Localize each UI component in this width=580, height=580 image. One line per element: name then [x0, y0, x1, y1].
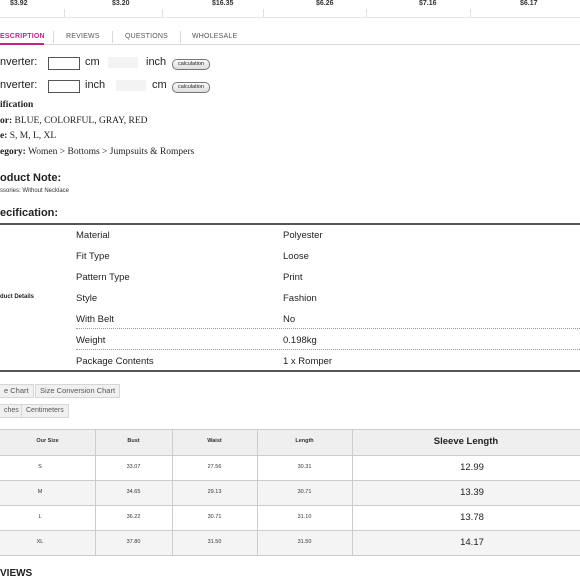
cell-waist: 31.50 — [207, 539, 222, 545]
price-divider — [263, 9, 264, 17]
spec-label: Pattern Type — [76, 272, 130, 283]
price-divider — [366, 9, 367, 17]
specification-heading: ecification: — [0, 207, 59, 219]
col-header-bust: Bust — [127, 438, 140, 444]
spec-label: Package Contents — [76, 356, 154, 367]
tab-questions[interactable]: QUESTIONS — [125, 33, 168, 40]
tab-separator — [53, 31, 54, 43]
spec-value: Polyester — [283, 230, 323, 241]
col-header-sleeve-length: Sleeve Length — [433, 436, 499, 447]
cell-bust: 34.65 — [126, 489, 141, 495]
col-header-waist: Waist — [207, 438, 222, 444]
spec-value: Fashion — [283, 293, 317, 304]
tab-reviews[interactable]: REVIEWS — [66, 33, 100, 40]
reviews-heading: VIEWS — [0, 568, 33, 579]
spec-color-line: or: BLUE, COLORFUL, GRAY, RED — [0, 116, 148, 126]
tab-size-conversion-chart[interactable]: Size Conversion Chart — [35, 384, 121, 398]
spec-value: No — [283, 314, 296, 325]
cell-bust: 36.22 — [126, 514, 141, 520]
spec-value: Print — [283, 272, 303, 283]
table-rule — [0, 555, 580, 556]
calculation-button[interactable]: calculation — [172, 82, 210, 93]
spec-dotted-divider — [76, 328, 580, 329]
spec-value: S, M, L, XL — [7, 131, 57, 141]
spec-label: Weight — [76, 335, 106, 346]
tab-separator — [112, 31, 113, 43]
tab-separator — [180, 31, 181, 43]
cell-sleeve: 12.99 — [460, 462, 484, 473]
spec-label: With Belt — [76, 314, 115, 325]
spec-category-line: egory: Women > Bottoms > Jumpsuits & Rom… — [0, 147, 194, 157]
unit-label: inch — [146, 56, 167, 68]
spec-value: Loose — [283, 251, 309, 262]
spec-size-line: e: S, M, L, XL — [0, 131, 56, 141]
price-6: $6.17 — [520, 0, 538, 7]
spec-value: BLUE, COLORFUL, GRAY, RED — [12, 116, 148, 126]
product-note-text: ssories: Without Necklace — [0, 188, 70, 194]
table-rule — [0, 505, 580, 506]
cell-sleeve: 13.39 — [460, 487, 484, 498]
cell-size: XL — [36, 539, 44, 545]
product-note-heading: oduct Note: — [0, 172, 62, 184]
unit-label: cm — [85, 56, 100, 68]
cm-output — [116, 80, 146, 91]
col-header-our-size: Our Size — [36, 438, 59, 444]
price-strip-divider — [0, 17, 580, 18]
cell-bust: 33.07 — [126, 464, 141, 470]
tab-wholesale[interactable]: WHOLESALE — [192, 33, 237, 40]
unit-label: inch — [85, 79, 106, 91]
spec-table-bottom-rule — [0, 370, 580, 372]
inch-input[interactable] — [48, 80, 80, 93]
tab-size-chart[interactable]: e Chart — [0, 384, 34, 398]
spec-key: or: — [0, 116, 13, 126]
spec-value: 1 x Romper — [283, 356, 333, 367]
cell-length: 30.71 — [297, 489, 312, 495]
spec-table-top-rule — [0, 223, 580, 225]
price-3: $16.35 — [212, 0, 234, 7]
tab-active-underline — [0, 43, 44, 45]
price-divider — [64, 9, 65, 17]
converter-label: nverter: — [0, 79, 38, 91]
spec-value: Women > Bottoms > Jumpsuits & Rompers — [25, 147, 195, 157]
price-divider — [470, 9, 471, 17]
col-header-length: Length — [295, 438, 314, 444]
price-divider — [162, 9, 163, 17]
cell-waist: 30.71 — [207, 514, 222, 520]
converter-label: nverter: — [0, 56, 38, 68]
cell-waist: 27.56 — [207, 464, 222, 470]
calculation-button[interactable]: calculation — [172, 59, 210, 70]
table-rule — [0, 455, 580, 456]
price-4: $6.26 — [316, 0, 334, 7]
price-1: $3.92 — [10, 0, 28, 7]
spec-label: Fit Type — [76, 251, 110, 262]
inch-output — [108, 57, 138, 68]
cell-size: S — [38, 464, 42, 470]
cell-size: M — [37, 489, 43, 495]
cell-bust: 37.80 — [126, 539, 141, 545]
table-rule — [0, 530, 580, 531]
spec-summary-heading: ification — [0, 100, 34, 110]
cm-input[interactable] — [48, 57, 80, 70]
cell-size: L — [38, 514, 42, 520]
cell-sleeve: 14.17 — [460, 537, 484, 548]
cell-length: 31.10 — [297, 514, 312, 520]
spec-label: Material — [76, 230, 110, 241]
price-5: $7.16 — [419, 0, 437, 7]
spec-dotted-divider — [76, 349, 580, 350]
spec-value: 0.198kg — [283, 335, 317, 346]
unit-label: cm — [152, 79, 167, 91]
price-2: $3.20 — [112, 0, 130, 7]
cell-waist: 29.13 — [207, 489, 222, 495]
spec-key: egory: — [0, 147, 26, 157]
table-rule — [0, 480, 580, 481]
cell-length: 31.50 — [297, 539, 312, 545]
tab-description[interactable]: ESCRIPTION — [0, 33, 45, 40]
cell-sleeve: 13.78 — [460, 512, 484, 523]
spec-label: Style — [76, 293, 98, 304]
tab-centimeters[interactable]: Centimeters — [21, 404, 69, 418]
cell-length: 30.31 — [297, 464, 312, 470]
table-rule — [0, 429, 580, 430]
spec-group-label: duct Details — [0, 294, 35, 300]
